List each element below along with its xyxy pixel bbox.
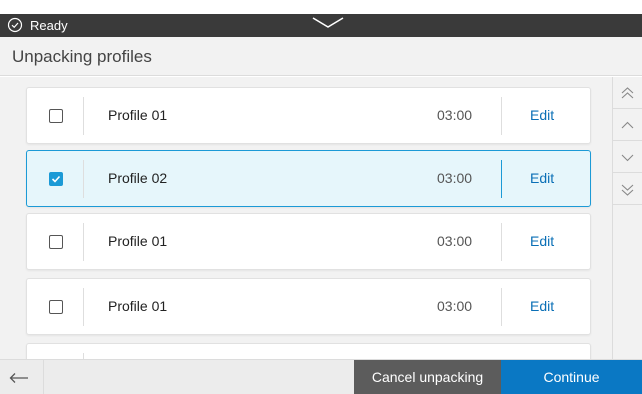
profile-checkbox[interactable] xyxy=(49,172,63,186)
page-title: Unpacking profiles xyxy=(12,47,152,66)
divider xyxy=(83,160,84,198)
scroll-bottom-icon xyxy=(621,184,634,196)
check-circle-icon xyxy=(7,17,23,33)
divider xyxy=(501,160,502,198)
continue-button[interactable]: Continue xyxy=(501,360,642,394)
scroll-top-button[interactable] xyxy=(613,77,642,109)
profile-time: 03:00 xyxy=(437,233,473,249)
profile-time: 03:00 xyxy=(437,298,473,314)
scroll-up-button[interactable] xyxy=(613,109,642,141)
divider xyxy=(501,97,502,135)
scroll-top-icon xyxy=(621,87,634,99)
profile-time: 03:00 xyxy=(437,170,473,186)
status-bar: Ready xyxy=(0,14,642,37)
profile-time: 03:00 xyxy=(437,107,473,123)
scroll-panel xyxy=(612,77,642,359)
divider xyxy=(501,223,502,261)
scroll-bottom-button[interactable] xyxy=(613,173,642,205)
expand-chevron-icon[interactable] xyxy=(312,16,344,30)
cancel-unpacking-button[interactable]: Cancel unpacking xyxy=(354,360,501,394)
edit-button[interactable]: Edit xyxy=(530,298,554,314)
back-arrow-icon xyxy=(9,373,28,383)
profile-checkbox[interactable] xyxy=(49,235,63,249)
profile-card-partial[interactable] xyxy=(26,343,591,359)
divider xyxy=(83,288,84,326)
back-button[interactable] xyxy=(0,360,44,394)
checkmark-icon xyxy=(51,175,61,183)
profile-card[interactable]: Profile 01 03:00 Edit xyxy=(26,278,591,335)
profile-checkbox[interactable] xyxy=(49,300,63,314)
edit-button[interactable]: Edit xyxy=(530,107,554,123)
scroll-up-icon xyxy=(621,121,634,129)
profile-card[interactable]: Profile 01 03:00 Edit xyxy=(26,87,591,144)
profile-name: Profile 01 xyxy=(108,107,168,123)
divider xyxy=(83,223,84,261)
edit-button[interactable]: Edit xyxy=(530,170,554,186)
page-header: Unpacking profiles xyxy=(0,37,642,76)
profile-card[interactable]: Profile 02 03:00 Edit xyxy=(26,150,591,207)
profile-card[interactable]: Profile 01 03:00 Edit xyxy=(26,213,591,270)
profile-name: Profile 02 xyxy=(108,170,168,186)
profile-name: Profile 01 xyxy=(108,233,168,249)
divider xyxy=(501,288,502,326)
status-text: Ready xyxy=(30,18,68,33)
scroll-down-icon xyxy=(621,154,634,162)
profile-list: Profile 01 03:00 Edit Profile 02 03:00 E… xyxy=(0,77,612,359)
edit-button[interactable]: Edit xyxy=(530,233,554,249)
bottom-bar: Cancel unpacking Continue xyxy=(0,359,642,394)
profile-checkbox[interactable] xyxy=(49,109,63,123)
profile-name: Profile 01 xyxy=(108,298,168,314)
scroll-down-button[interactable] xyxy=(613,141,642,173)
divider xyxy=(83,97,84,135)
